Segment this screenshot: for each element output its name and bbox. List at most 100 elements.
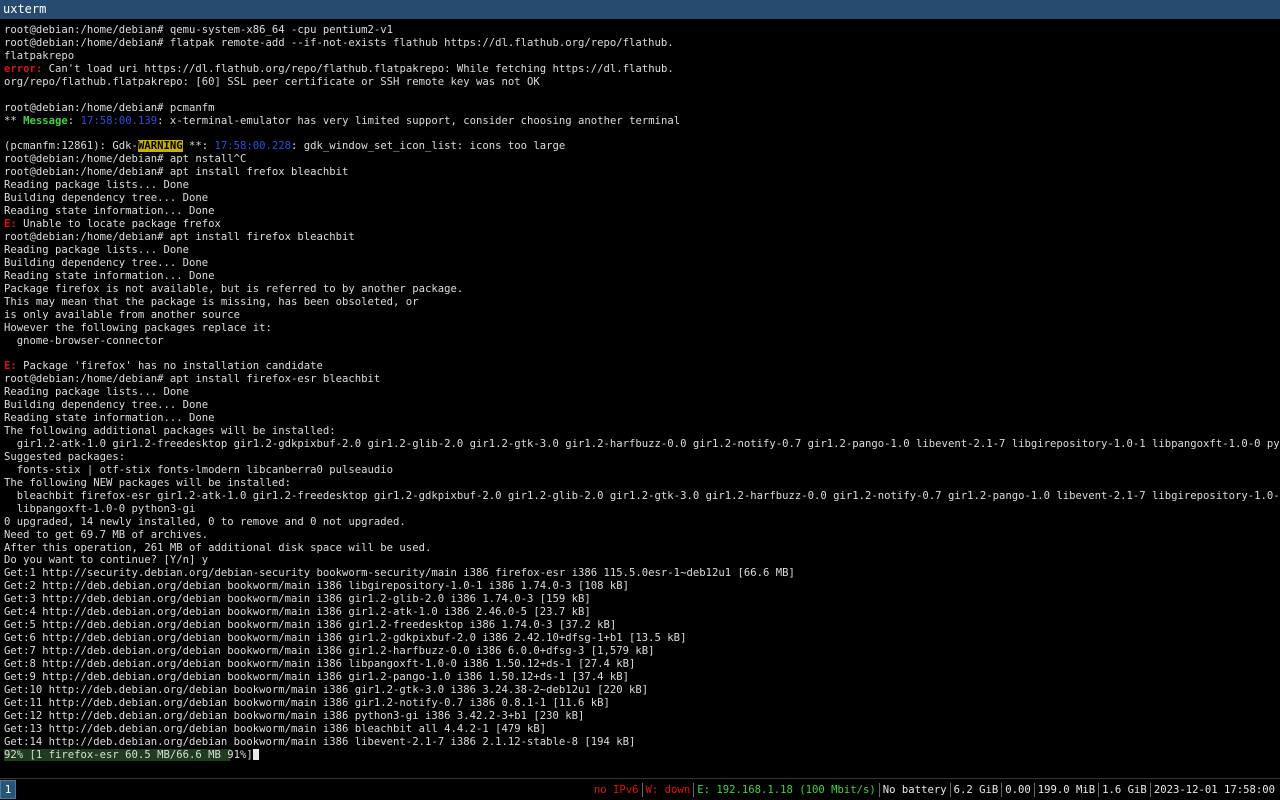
terminal-line: Get:4 http://deb.debian.org/debian bookw… (4, 606, 1280, 619)
terminal-line: Get:8 http://deb.debian.org/debian bookw… (4, 658, 1280, 671)
terminal-line: Building dependency tree... Done (4, 399, 1280, 412)
terminal-line: Reading package lists... Done (4, 244, 1280, 257)
battery-status: No battery (882, 783, 947, 796)
terminal-msg-text: Message (23, 114, 68, 127)
terminal-line: root@debian:/home/debian# flatpak remote… (4, 37, 1280, 50)
terminal-line: Reading package lists... Done (4, 386, 1280, 399)
terminal-text: Unable to locate package frefox (16, 218, 221, 231)
ethernet-status: E: 192.168.1.18 (100 Mbit/s) (697, 783, 876, 796)
terminal-line: Do you want to continue? [Y/n] y (4, 554, 1280, 567)
ipv6-status: no IPv6 (593, 783, 639, 796)
terminal-text: Get:3 http://deb.debian.org/debian bookw… (4, 593, 591, 606)
workspace-label: 1 (4, 783, 12, 796)
terminal-err-text: error: (4, 62, 43, 75)
terminal-text: Get:1 http://security.debian.org/debian-… (4, 567, 795, 580)
terminal-text: Reading state information... Done (4, 205, 215, 218)
terminal-text: Get:8 http://deb.debian.org/debian bookw… (4, 657, 636, 670)
terminal-warn-text: WARNING (137, 140, 183, 153)
terminal-line: Get:2 http://deb.debian.org/debian bookw… (4, 580, 1280, 593)
terminal-text: ** (4, 114, 24, 127)
terminal-text: Get:14 http://deb.debian.org/debian book… (4, 735, 636, 748)
terminal-text: Can't load uri https://dl.flathub.org/re… (42, 62, 674, 75)
terminal-text: Need to get 69.7 MB of archives. (4, 528, 209, 541)
terminal-line: root@debian:/home/debian# qemu-system-x8… (4, 24, 1280, 37)
terminal-text: Get:11 http://deb.debian.org/debian book… (4, 696, 610, 709)
terminal-text: Do you want to continue? [Y/n] y (4, 554, 209, 567)
terminal-line: Reading state information... Done (4, 205, 1280, 218)
terminal-text: Get:13 http://deb.debian.org/debian book… (4, 722, 547, 735)
terminal-line: Get:6 http://deb.debian.org/debian bookw… (4, 632, 1280, 645)
terminal-line: Get:12 http://deb.debian.org/debian book… (4, 710, 1280, 723)
terminal-line: 0 upgraded, 14 newly installed, 0 to rem… (4, 516, 1280, 529)
terminal-text: Reading state information... Done (4, 412, 215, 425)
terminal-line: Get:11 http://deb.debian.org/debian book… (4, 697, 1280, 710)
terminal-text: **: (182, 140, 215, 153)
window-titlebar[interactable]: uxterm (0, 0, 1280, 19)
terminal-text: Get:5 http://deb.debian.org/debian bookw… (4, 619, 617, 632)
terminal-line: Reading state information... Done (4, 270, 1280, 283)
terminal-line: The following NEW packages will be insta… (4, 477, 1280, 490)
terminal-line: Get:5 http://deb.debian.org/debian bookw… (4, 619, 1280, 632)
terminal-err-text: E: (4, 218, 17, 231)
terminal-text: Building dependency tree... Done (4, 192, 209, 205)
terminal-cursor (252, 748, 259, 760)
terminal-text: The following additional packages will b… (4, 425, 336, 438)
terminal-text: Suggested packages: (4, 450, 126, 463)
terminal-line: This may mean that the package is missin… (4, 296, 1280, 309)
terminal-output[interactable]: root@debian:/home/debian# qemu-system-x8… (0, 20, 1280, 778)
terminal-line: Get:13 http://deb.debian.org/debian book… (4, 723, 1280, 736)
terminal-text: Get:9 http://deb.debian.org/debian bookw… (4, 670, 630, 683)
terminal-text: Reading package lists... Done (4, 243, 189, 256)
terminal-text: Get:2 http://deb.debian.org/debian bookw… (4, 580, 630, 593)
terminal-text: Get:7 http://deb.debian.org/debian bookw… (4, 645, 655, 657)
terminal-text: root@debian:/home/debian# qemu-system-x8… (4, 24, 394, 36)
terminal-line: root@debian:/home/debian# apt install fi… (4, 231, 1280, 244)
terminal-text: This may mean that the package is missin… (4, 295, 419, 308)
terminal-line: Need to get 69.7 MB of archives. (4, 529, 1280, 542)
terminal-text: (pcmanfm:12861): Gdk- (4, 140, 138, 153)
terminal-line: Reading state information... Done (4, 412, 1280, 425)
terminal-line: Building dependency tree... Done (4, 257, 1280, 270)
terminal-text: : gdk_window_set_icon_list: icons too la… (291, 140, 566, 153)
terminal-text: Get:10 http://deb.debian.org/debian book… (4, 683, 649, 696)
terminal-text: org/repo/flathub.flatpakrepo: [60] SSL p… (4, 75, 540, 88)
terminal-line: flatpakrepo (4, 50, 1280, 63)
workspace-button-1[interactable]: 1 (0, 780, 16, 799)
terminal-err-text: E: (4, 360, 17, 373)
terminal-text: Get:6 http://deb.debian.org/debian bookw… (4, 632, 687, 645)
terminal-text: root@debian:/home/debian# pcmanfm (4, 101, 215, 114)
terminal-line: The following additional packages will b… (4, 425, 1280, 438)
terminal-line: root@debian:/home/debian# pcmanfm (4, 102, 1280, 115)
terminal-line: Get:1 http://security.debian.org/debian-… (4, 567, 1280, 580)
memory-status: 199.0 MiB (1037, 783, 1096, 796)
terminal-text: : (67, 114, 81, 127)
terminal-line: Get:3 http://deb.debian.org/debian bookw… (4, 593, 1280, 606)
terminal-line: Building dependency tree... Done (4, 192, 1280, 205)
terminal-text: root@debian:/home/debian# apt nstall^C (4, 153, 247, 166)
terminal-line: org/repo/flathub.flatpakrepo: [60] SSL p… (4, 76, 1280, 89)
terminal-line: However the following packages replace i… (4, 322, 1280, 335)
terminal-text: Get:4 http://deb.debian.org/debian bookw… (4, 606, 591, 619)
terminal-text: After this operation, 261 MB of addition… (4, 541, 432, 554)
terminal-ts-text: 17:58:00.139 (80, 114, 158, 127)
terminal-line: Package firefox is not available, but is… (4, 283, 1280, 296)
terminal-text: flatpakrepo (4, 49, 75, 62)
download-progress-line: 92% [1 firefox-esr 60.5 MB/66.6 MB 91%] (4, 748, 1280, 762)
status-bar: 1 no IPv6 W: down E: 192.168.1.18 (100 M… (0, 778, 1280, 800)
terminal-text: 0 upgraded, 14 newly installed, 0 to rem… (4, 515, 406, 528)
terminal-text: fonts-stix | otf-stix fonts-lmodern libc… (4, 463, 394, 476)
terminal-text: Building dependency tree... Done (4, 399, 209, 412)
terminal-line: Get:10 http://deb.debian.org/debian book… (4, 684, 1280, 697)
status-items: no IPv6 W: down E: 192.168.1.18 (100 Mbi… (591, 779, 1278, 800)
terminal-line: Suggested packages: (4, 451, 1280, 464)
terminal-line: bleachbit firefox-esr gir1.2-atk-1.0 gir… (4, 490, 1280, 503)
terminal-line: Reading package lists... Done (4, 179, 1280, 192)
terminal-ts-text: 17:58:00.228 (214, 140, 292, 153)
terminal-line: gir1.2-atk-1.0 gir1.2-freedesktop gir1.2… (4, 438, 1280, 451)
terminal-text: bleachbit firefox-esr gir1.2-atk-1.0 gir… (4, 489, 1280, 502)
terminal-text: The following NEW packages will be insta… (4, 476, 292, 489)
terminal-text: root@debian:/home/debian# apt install fr… (4, 166, 349, 179)
terminal-text: is only available from another source (4, 308, 240, 321)
terminal-text: Package 'firefox' has no installation ca… (16, 360, 323, 373)
